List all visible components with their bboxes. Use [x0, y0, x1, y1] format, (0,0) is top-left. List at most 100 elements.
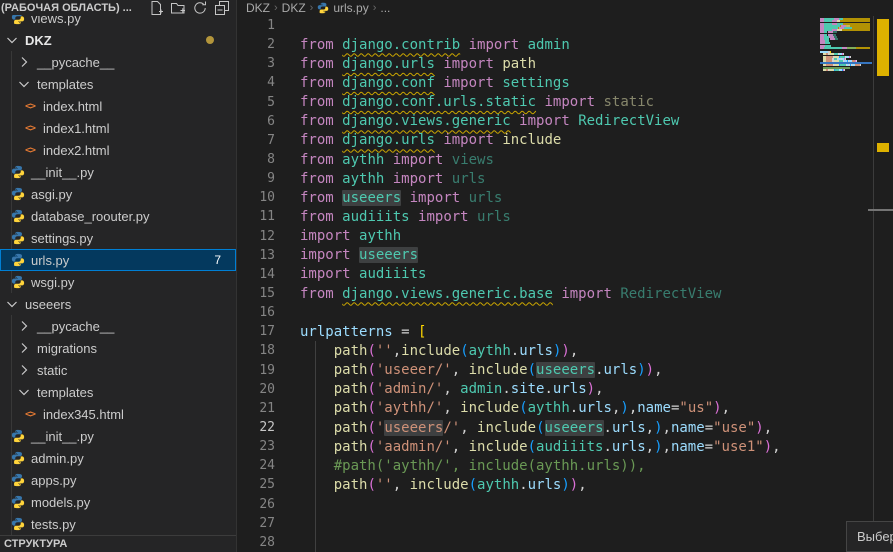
python-icon	[10, 450, 26, 466]
code-line-13[interactable]: 13import useeers	[238, 246, 893, 265]
tree-file-urls-py[interactable]: urls.py7	[0, 249, 236, 271]
code-line-27[interactable]: 27	[238, 514, 893, 533]
code-line-15[interactable]: 15from django.views.generic.base import …	[238, 284, 893, 303]
code-line-4[interactable]: 4from django.conf import settings	[238, 73, 893, 92]
tree-file-admin-py[interactable]: admin.py	[0, 447, 236, 469]
tree-item-label: templates	[37, 385, 93, 400]
minimap[interactable]	[820, 16, 872, 136]
line-number: 27	[238, 516, 275, 531]
tree-item-label: wsgi.py	[31, 275, 74, 290]
indent-guide	[315, 437, 316, 456]
code-line-10[interactable]: 10 from useeers import urls	[238, 188, 893, 207]
code-line-1[interactable]: 1	[238, 16, 893, 35]
line-number: 25	[238, 477, 275, 492]
python-icon	[10, 186, 26, 202]
chevron-right-icon	[16, 340, 32, 356]
tree-file-index1-html[interactable]: <>index1.html	[0, 117, 236, 139]
tree-file-wsgi-py[interactable]: wsgi.py	[0, 271, 236, 293]
line-content: from aythh import views	[300, 152, 494, 168]
code-line-19[interactable]: 19 path('useeer/', include(useeers.urls)…	[238, 361, 893, 380]
breadcrumb-item[interactable]: ...	[380, 1, 390, 15]
code-line-28[interactable]: 28	[238, 533, 893, 552]
code-line-24[interactable]: 24 #path('aythh/', include(aythh.urls)),	[238, 456, 893, 475]
tree-item-label: __pycache__	[37, 55, 114, 70]
tree-folder-static[interactable]: static	[0, 359, 236, 381]
tree-file-database-roouter-py[interactable]: database_roouter.py	[0, 205, 236, 227]
code-line-23[interactable]: 23 path('aadmin/', include(audiiits.urls…	[238, 437, 893, 456]
new-file-icon[interactable]	[148, 0, 164, 16]
file-tree: views.pyDKZ__pycache__templates<>index.h…	[0, 7, 236, 535]
line-content: from useeers import urls	[300, 190, 502, 206]
collapse-all-icon[interactable]	[214, 0, 230, 16]
explorer-section-header[interactable]: (РАБОЧАЯ ОБЛАСТЬ) ...	[0, 0, 236, 15]
ruler-cursor-mark	[868, 209, 893, 211]
html-icon: <>	[22, 120, 38, 136]
code-line-17[interactable]: 17urlpatterns = [	[238, 322, 893, 341]
tree-folder-dkz[interactable]: DKZ	[0, 29, 236, 51]
indent-guide	[315, 456, 316, 475]
chevron-down-icon	[16, 76, 32, 92]
line-content: path('aythh/', include(aythh.urls,),name…	[300, 400, 730, 416]
line-content: path('',include(aythh.urls)),	[300, 343, 578, 359]
code-line-11[interactable]: 11from audiiits import urls	[238, 207, 893, 226]
line-number: 24	[238, 458, 275, 473]
code-line-26[interactable]: 26	[238, 495, 893, 514]
python-icon	[10, 428, 26, 444]
code-line-5[interactable]: 5from django.conf.urls.static import sta…	[238, 93, 893, 112]
tree-file-asgi-py[interactable]: asgi.py	[0, 183, 236, 205]
code-line-9[interactable]: 9from aythh import urls	[238, 169, 893, 188]
tree-file--init-py[interactable]: __init__.py	[0, 425, 236, 447]
tree-file-settings-py[interactable]: settings.py	[0, 227, 236, 249]
tree-file-apps-py[interactable]: apps.py	[0, 469, 236, 491]
code-line-16[interactable]: 16	[238, 303, 893, 322]
code-line-18[interactable]: 18 path('',include(aythh.urls)),	[238, 341, 893, 360]
tree-folder-useeers[interactable]: useeers	[0, 293, 236, 315]
code-line-12[interactable]: 12import aythh	[238, 227, 893, 246]
tree-file--init-py[interactable]: __init__.py	[0, 161, 236, 183]
python-icon	[10, 208, 26, 224]
tree-file-index-html[interactable]: <> index.html	[0, 95, 236, 117]
minimap-active-line	[820, 62, 872, 64]
tree-folder--pycache-[interactable]: __pycache__	[0, 315, 236, 337]
tree-folder-templates[interactable]: templates	[0, 73, 236, 95]
tree-item-label: __init__.py	[31, 165, 94, 180]
line-number: 17	[238, 324, 275, 339]
line-number: 10	[238, 190, 275, 205]
tree-item-label: templates	[37, 77, 93, 92]
explorer-actions	[148, 0, 232, 16]
tree-item-label: index345.html	[43, 407, 124, 422]
new-folder-icon[interactable]	[170, 0, 186, 16]
breadcrumb-item[interactable]: urls.py	[333, 1, 368, 15]
line-content: from aythh import urls	[300, 171, 485, 187]
code-line-22[interactable]: 22 path('useeers/', include(useeers.urls…	[238, 418, 893, 437]
code-line-20[interactable]: 20 path('admin/', admin.site.urls),	[238, 380, 893, 399]
code-line-21[interactable]: 21 path('aythh/', include(aythh.urls,),n…	[238, 399, 893, 418]
tree-item-label: index.html	[43, 99, 102, 114]
line-content: path('useeers/', include(useeers.urls,),…	[300, 420, 772, 436]
tree-folder-templates[interactable]: templates	[0, 381, 236, 403]
code-editor: DKZ›DKZ›urls.py›... 12from django.contri…	[238, 0, 893, 552]
code-line-25[interactable]: 25 path('', include(aythh.urls)),	[238, 475, 893, 494]
outline-section-header[interactable]: СТРУКТУРА	[0, 535, 236, 552]
breadcrumb-item[interactable]: DKZ	[246, 1, 270, 15]
tree-item-label: static	[37, 363, 67, 378]
breadcrumb-item[interactable]: DKZ	[282, 1, 306, 15]
code-line-3[interactable]: 3from django.urls import path	[238, 54, 893, 73]
tree-file-index2-html[interactable]: <>index2.html	[0, 139, 236, 161]
html-icon: <>	[22, 98, 38, 114]
code-line-2[interactable]: 2from django.contrib import admin	[238, 35, 893, 54]
tree-folder--pycache-[interactable]: __pycache__	[0, 51, 236, 73]
code-line-7[interactable]: 7from django.urls import include	[238, 131, 893, 150]
line-number: 14	[238, 267, 275, 282]
tree-file-models-py[interactable]: models.py	[0, 491, 236, 513]
line-content: path('admin/', admin.site.urls),	[300, 381, 604, 397]
tree-folder-migrations[interactable]: migrations	[0, 337, 236, 359]
code-line-6[interactable]: 6from django.views.generic import Redire…	[238, 112, 893, 131]
code-line-14[interactable]: 14import audiiits	[238, 265, 893, 284]
tree-file-tests-py[interactable]: tests.py	[0, 513, 236, 535]
refresh-icon[interactable]	[192, 0, 208, 16]
code-line-8[interactable]: 8from aythh import views	[238, 150, 893, 169]
overview-ruler[interactable]	[868, 0, 893, 552]
code-area[interactable]: 12from django.contrib import admin3from …	[238, 16, 893, 552]
tree-file-index345-html[interactable]: <>index345.html	[0, 403, 236, 425]
